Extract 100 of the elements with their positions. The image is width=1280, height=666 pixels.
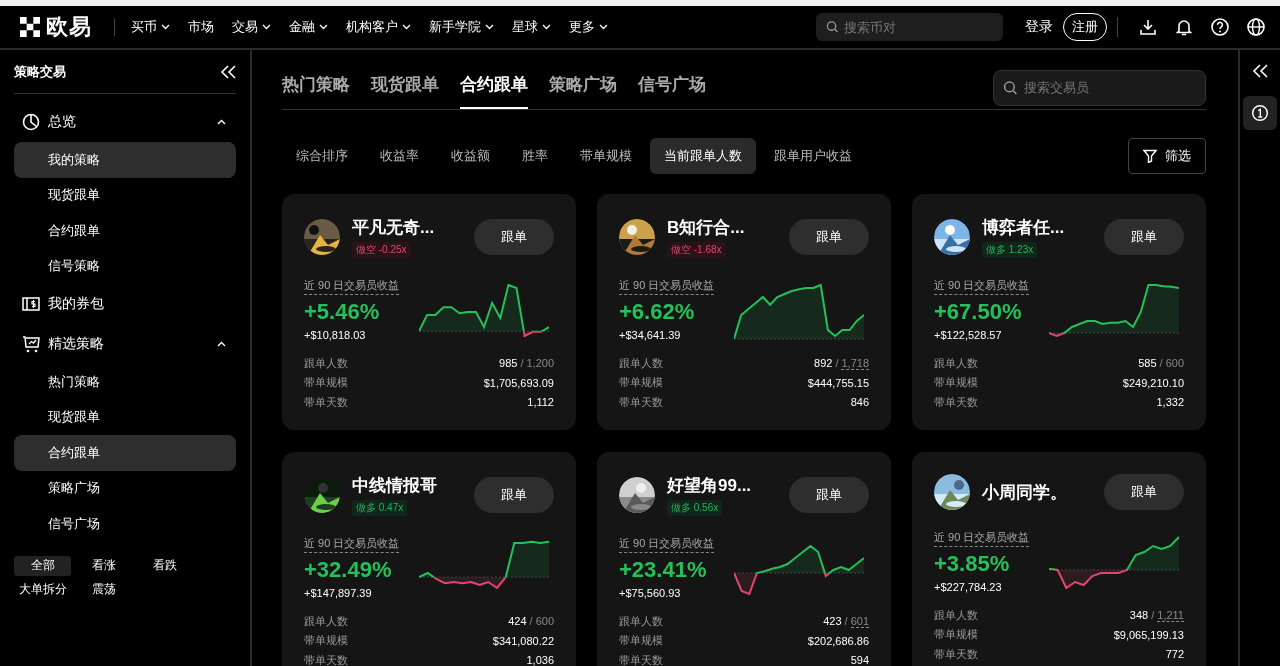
follow-button[interactable]: 跟单: [474, 219, 554, 255]
stat-value: $341,080.22: [492, 634, 554, 647]
stat-label: 跟单人数: [619, 355, 663, 371]
nav-menu-item[interactable]: 金融: [289, 18, 328, 36]
sort-option[interactable]: 跟单用户收益: [760, 138, 866, 174]
sort-option[interactable]: 胜率: [508, 138, 562, 174]
stat-value: 423: [823, 614, 842, 628]
sidebar-group[interactable]: 总览: [14, 102, 236, 142]
sidebar-item[interactable]: 合约跟单: [14, 435, 236, 471]
stat-label: 带单天数: [934, 646, 978, 662]
sidebar-group[interactable]: 精选策略: [14, 324, 236, 364]
filter-button[interactable]: 筛选: [1128, 138, 1206, 174]
stat-max: 1,200: [526, 357, 554, 370]
sort-option[interactable]: 收益额: [437, 138, 504, 174]
nav-menu-item[interactable]: 更多: [569, 18, 608, 36]
stat-value: 772: [1165, 648, 1184, 661]
help-icon[interactable]: [1210, 17, 1230, 37]
position-tag: 做多 1.23x: [982, 242, 1038, 258]
sidebar-item[interactable]: 信号策略: [14, 248, 236, 284]
sort-option[interactable]: 当前跟单人数: [650, 138, 756, 174]
tab[interactable]: 策略广场: [549, 70, 617, 109]
logo-icon[interactable]: [20, 17, 40, 37]
chevron-down-icon: [319, 24, 328, 30]
stat-max: 1,718: [841, 356, 869, 370]
roi-value: +6.62%: [619, 299, 696, 325]
sidebar-item[interactable]: 现货跟单: [14, 399, 236, 435]
tab[interactable]: 合约跟单: [460, 70, 528, 109]
search-field[interactable]: 搜索交易员: [993, 69, 1206, 106]
stat-label: 跟单人数: [934, 355, 978, 371]
metric-label: 近 90 日交易员收益: [934, 278, 1030, 295]
chevron-down-icon: [402, 24, 411, 30]
sidebar-item[interactable]: 我的策略: [14, 142, 236, 178]
tab[interactable]: 信号广场: [638, 70, 706, 109]
stat-label: 带单天数: [304, 394, 348, 410]
slash-separator: /: [835, 356, 839, 370]
sidebar-item[interactable]: 现货跟单: [14, 177, 236, 213]
sidebar-item[interactable]: 热门策略: [14, 364, 236, 400]
filter-chip[interactable]: 大单拆分: [14, 579, 71, 600]
bell-icon[interactable]: [1174, 17, 1194, 37]
sort-option[interactable]: 收益率: [366, 138, 433, 174]
search-field[interactable]: 搜索币对: [816, 13, 1003, 41]
stat-label: 跟单人数: [934, 607, 978, 623]
sidebar-item[interactable]: 合约跟单: [14, 213, 236, 249]
stat-value: 1,036: [526, 654, 554, 666]
login-link[interactable]: 登录: [1025, 18, 1053, 36]
rail-button[interactable]: [1243, 96, 1277, 130]
stat-value: $1,705,693.09: [483, 376, 554, 389]
filter-chip[interactable]: 看涨: [75, 555, 132, 576]
stat-value: 892: [814, 356, 833, 370]
stat-label: 带单规模: [304, 633, 348, 649]
voucher-icon: [22, 295, 40, 313]
chevron-down-icon: [485, 24, 494, 30]
metric-label: 近 90 日交易员收益: [304, 536, 400, 553]
globe-icon[interactable]: [1246, 17, 1266, 37]
trader-name: 好望角99...: [667, 475, 753, 497]
nav-menu-item[interactable]: 机构客户: [346, 18, 411, 36]
position-tag: 做空 -1.68x: [667, 242, 726, 258]
sidebar-item[interactable]: 信号广场: [14, 506, 236, 542]
follow-button[interactable]: 跟单: [789, 477, 869, 513]
filter-chip[interactable]: 看跌: [136, 555, 193, 576]
tab[interactable]: 现货跟单: [371, 70, 439, 109]
sidebar-title: 策略交易: [14, 62, 66, 81]
chevron-up-icon: [217, 119, 226, 125]
sidebar-item[interactable]: 策略广场: [14, 470, 236, 506]
search-icon: [826, 20, 839, 34]
sort-option[interactable]: 带单规模: [566, 138, 646, 174]
nav-menu-item[interactable]: 星球: [512, 18, 551, 36]
tab[interactable]: 热门策略: [282, 70, 350, 109]
stat-label: 带单天数: [304, 652, 348, 666]
filter-chip[interactable]: 震荡: [75, 579, 132, 600]
stat-label: 跟单人数: [619, 613, 663, 629]
nav-menu-item[interactable]: 买币: [131, 18, 170, 36]
follow-button[interactable]: 跟单: [1104, 219, 1184, 255]
pnl-value: +$147,897.39: [304, 587, 373, 599]
nav-menu-item[interactable]: 交易: [232, 18, 271, 36]
follow-button[interactable]: 跟单: [1104, 474, 1184, 510]
follow-button[interactable]: 跟单: [789, 219, 869, 255]
pnl-value: +$10,818.03: [304, 329, 367, 341]
trader-name: B知行合...: [667, 217, 746, 239]
download-icon[interactable]: [1138, 17, 1158, 37]
nav-menu-item[interactable]: 市场: [188, 18, 214, 36]
sort-option[interactable]: 综合排序: [282, 138, 362, 174]
collapse-icon[interactable]: [220, 64, 236, 79]
circled-one-icon: [1251, 104, 1269, 122]
metric-label: 近 90 日交易员收益: [619, 536, 715, 553]
slash-separator: /: [1159, 357, 1163, 370]
stat-label: 带单规模: [619, 375, 663, 391]
logo-text[interactable]: 欧易: [46, 12, 92, 42]
filter-chip[interactable]: 全部: [14, 555, 71, 576]
stat-label: 带单规模: [619, 633, 663, 649]
sidebar-group[interactable]: 我的券包: [14, 284, 236, 324]
stat-value: $202,686.86: [807, 634, 869, 647]
roi-value: +32.49%: [304, 557, 393, 583]
position-tag: 做多 0.56x: [667, 500, 723, 516]
slash-separator: /: [529, 615, 533, 628]
stat-label: 带单天数: [619, 652, 663, 666]
collapse-icon[interactable]: [1252, 64, 1268, 78]
nav-menu-item[interactable]: 新手学院: [429, 18, 494, 36]
stat-value: 594: [850, 654, 869, 666]
follow-button[interactable]: 跟单: [474, 477, 554, 513]
